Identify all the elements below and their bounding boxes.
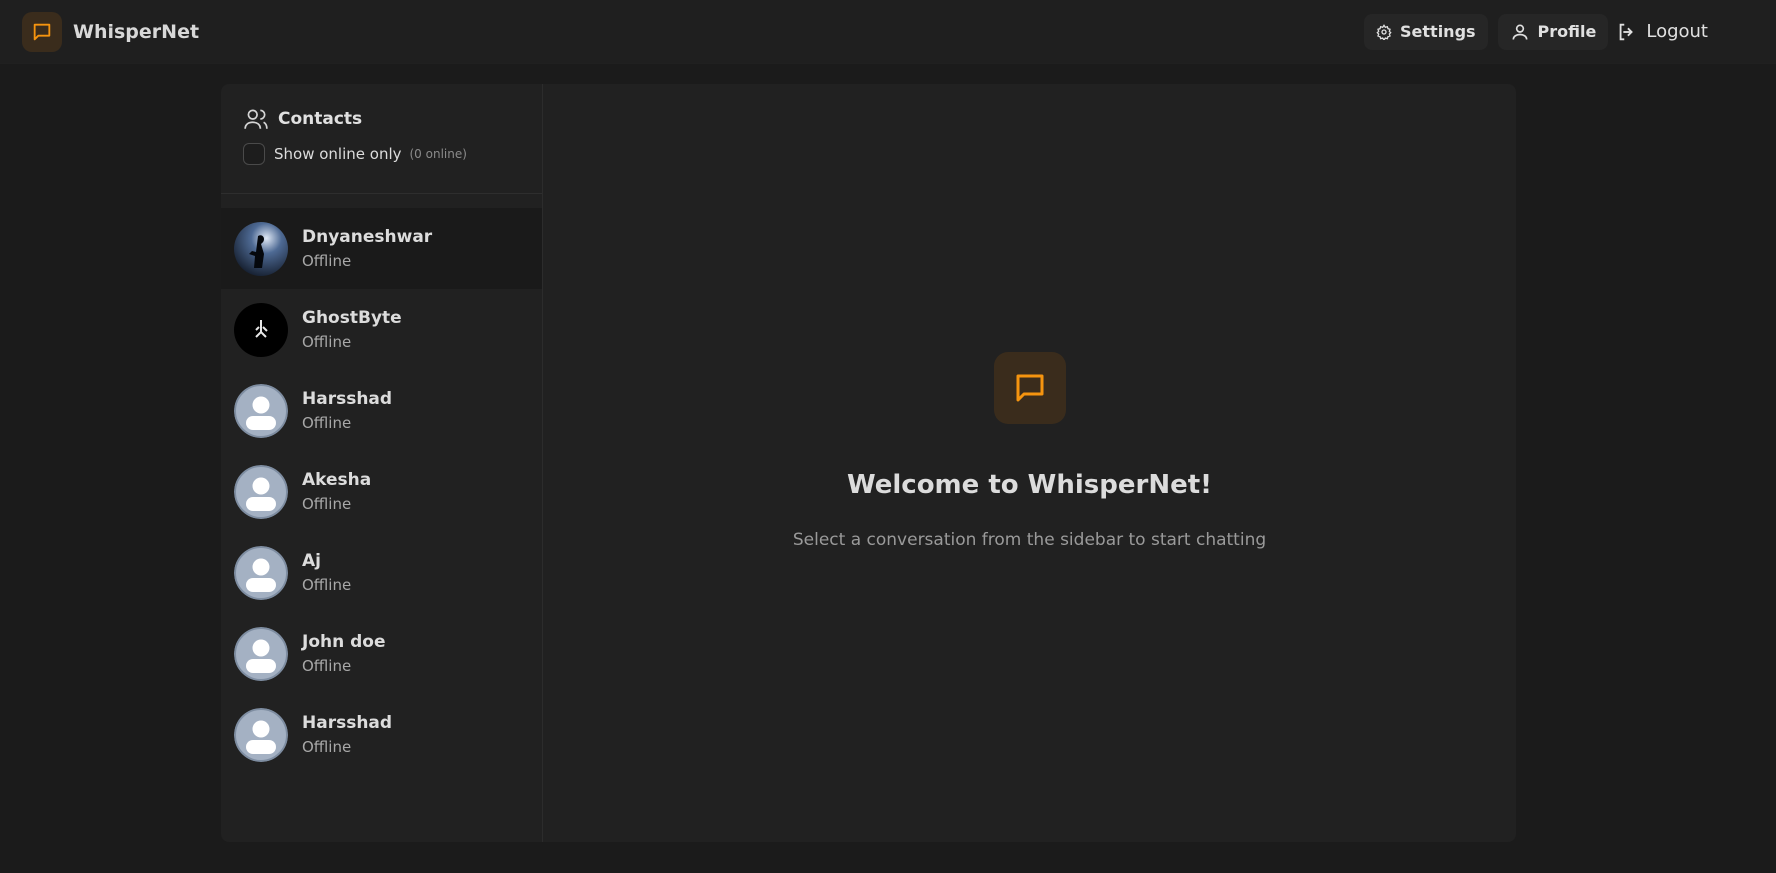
profile-button[interactable]: Profile	[1497, 13, 1609, 50]
contact-status: Offline	[302, 414, 352, 432]
contact-name: Aj	[302, 551, 321, 571]
contact-item[interactable]: Dnyaneshwar Offline	[221, 208, 542, 289]
contact-name: Harsshad	[302, 713, 393, 733]
avatar	[234, 221, 288, 276]
settings-label: Settings	[1400, 22, 1476, 41]
chat-bubble-icon	[993, 352, 1066, 424]
show-online-checkbox[interactable]	[243, 143, 265, 165]
gear-icon	[1376, 23, 1392, 40]
default-avatar-icon	[234, 707, 288, 762]
welcome-subtitle: Select a conversation from the sidebar t…	[792, 530, 1267, 550]
chat-area: Welcome to WhisperNet! Select a conversa…	[543, 84, 1516, 842]
contact-status: Offline	[302, 495, 352, 513]
logout-icon	[1620, 23, 1634, 40]
app-shell: Contacts Show online only (0 online) Dny…	[221, 84, 1516, 842]
logout-button[interactable]: Logout	[1608, 14, 1716, 50]
contact-status: Offline	[302, 333, 352, 351]
show-online-label[interactable]: Show online only	[274, 145, 402, 163]
contact-status: Offline	[302, 738, 352, 756]
contact-name: Harsshad	[302, 389, 393, 409]
default-avatar-icon	[234, 626, 288, 681]
contact-name: GhostByte	[302, 308, 402, 328]
contact-item[interactable]: Harsshad Offline	[221, 694, 542, 775]
contact-name: Akesha	[302, 470, 372, 490]
contacts-title: Contacts	[278, 109, 363, 129]
contacts-sidebar: Contacts Show online only (0 online) Dny…	[221, 84, 543, 842]
contact-item[interactable]: John doe Offline	[221, 613, 542, 694]
brand[interactable]: WhisperNet	[22, 11, 200, 52]
contact-status: Offline	[302, 576, 352, 594]
top-navbar: WhisperNet Settings Profile Logout	[0, 0, 1776, 64]
logout-label: Logout	[1646, 21, 1708, 42]
contact-name: Dnyaneshwar	[302, 227, 433, 247]
chat-bubble-icon	[22, 11, 62, 52]
welcome-title: Welcome to WhisperNet!	[846, 470, 1212, 500]
contact-status: Offline	[302, 252, 352, 270]
default-avatar-icon	[234, 383, 288, 438]
users-icon	[244, 109, 268, 129]
contacts-heading: Contacts	[243, 106, 520, 132]
contact-name: John doe	[302, 632, 386, 652]
brand-name: WhisperNet	[73, 20, 200, 43]
settings-button[interactable]: Settings	[1364, 13, 1488, 50]
user-icon	[1512, 24, 1528, 40]
contact-status: Offline	[302, 657, 352, 675]
online-count: (0 online)	[409, 147, 467, 161]
default-avatar-icon	[234, 545, 288, 600]
sidebar-header: Contacts Show online only (0 online)	[221, 84, 542, 194]
avatar	[234, 302, 288, 357]
contact-item[interactable]: Akesha Offline	[221, 451, 542, 532]
contact-item[interactable]: Aj Offline	[221, 532, 542, 613]
contact-item[interactable]: GhostByte Offline	[221, 289, 542, 370]
default-avatar-icon	[234, 464, 288, 519]
contact-item[interactable]: Harsshad Offline	[221, 370, 542, 451]
profile-label: Profile	[1537, 22, 1597, 41]
header-actions: Settings Profile Logout	[1354, 13, 1716, 50]
contact-list: Dnyaneshwar Offline GhostByte Offline Ha…	[221, 194, 542, 775]
online-filter: Show online only (0 online)	[243, 143, 520, 165]
